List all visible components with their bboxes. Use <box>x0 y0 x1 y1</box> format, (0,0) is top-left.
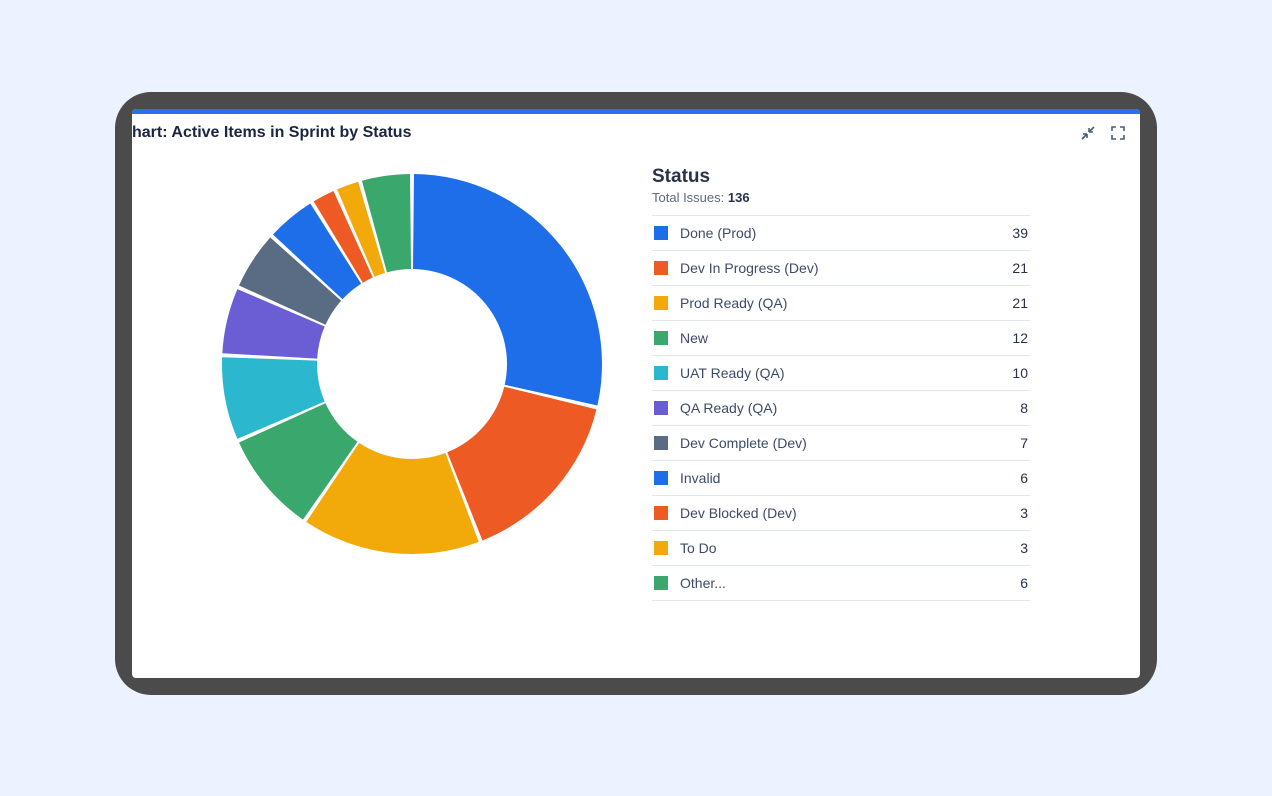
widget-title: hart: Active Items in Sprint by Status <box>132 124 411 142</box>
total-value: 136 <box>728 190 750 205</box>
legend-swatch <box>654 506 668 520</box>
legend-count: 39 <box>1012 225 1028 241</box>
legend-label: UAT Ready (QA) <box>680 365 1012 381</box>
legend-count: 21 <box>1012 295 1028 311</box>
widget-body: Status Total Issues: 136 Done (Prod)39De… <box>132 152 1140 678</box>
legend-count: 3 <box>1020 540 1028 556</box>
legend-row[interactable]: UAT Ready (QA)10 <box>652 356 1030 391</box>
legend-swatch <box>654 296 668 310</box>
header-actions <box>1080 125 1126 141</box>
legend-label: Dev Blocked (Dev) <box>680 505 1020 521</box>
legend-count: 8 <box>1020 400 1028 416</box>
legend-row[interactable]: Dev In Progress (Dev)21 <box>652 251 1030 286</box>
legend-swatch <box>654 471 668 485</box>
legend-label: Dev In Progress (Dev) <box>680 260 1012 276</box>
legend-label: Dev Complete (Dev) <box>680 435 1020 451</box>
chart-column <box>212 160 652 678</box>
legend-row[interactable]: Prod Ready (QA)21 <box>652 286 1030 321</box>
legend-count: 10 <box>1012 365 1028 381</box>
legend-row[interactable]: Other...6 <box>652 566 1030 601</box>
legend-swatch <box>654 331 668 345</box>
legend-swatch <box>654 226 668 240</box>
screen: hart: Active Items in Sprint by Status <box>132 109 1140 678</box>
collapse-icon[interactable] <box>1080 125 1096 141</box>
legend-row[interactable]: Dev Blocked (Dev)3 <box>652 496 1030 531</box>
legend-subtitle: Total Issues: 136 <box>652 190 1030 205</box>
legend-row[interactable]: Done (Prod)39 <box>652 216 1030 251</box>
legend-count: 6 <box>1020 575 1028 591</box>
donut-chart <box>212 164 612 564</box>
donut-slice[interactable] <box>447 387 596 541</box>
legend-row[interactable]: New12 <box>652 321 1030 356</box>
title-main: Active Items in Sprint by Status <box>171 124 411 141</box>
legend-label: QA Ready (QA) <box>680 400 1020 416</box>
legend-label: To Do <box>680 540 1020 556</box>
legend-count: 7 <box>1020 435 1028 451</box>
legend-count: 6 <box>1020 470 1028 486</box>
legend-row[interactable]: QA Ready (QA)8 <box>652 391 1030 426</box>
legend-swatch <box>654 436 668 450</box>
legend-label: Done (Prod) <box>680 225 1012 241</box>
total-label: Total Issues: <box>652 190 728 205</box>
legend-swatch <box>654 576 668 590</box>
legend-column: Status Total Issues: 136 Done (Prod)39De… <box>652 160 1140 678</box>
legend-count: 21 <box>1012 260 1028 276</box>
legend-label: Other... <box>680 575 1020 591</box>
legend-swatch <box>654 261 668 275</box>
widget-header: hart: Active Items in Sprint by Status <box>132 114 1140 152</box>
title-prefix: hart: <box>132 124 171 141</box>
legend-title: Status <box>652 166 1030 188</box>
legend-swatch <box>654 366 668 380</box>
legend-label: Prod Ready (QA) <box>680 295 1012 311</box>
legend-label: New <box>680 330 1012 346</box>
legend-label: Invalid <box>680 470 1020 486</box>
legend-count: 12 <box>1012 330 1028 346</box>
legend-swatch <box>654 401 668 415</box>
legend-row[interactable]: To Do3 <box>652 531 1030 566</box>
fullscreen-icon[interactable] <box>1110 125 1126 141</box>
legend-list: Done (Prod)39Dev In Progress (Dev)21Prod… <box>652 215 1030 601</box>
device-frame: hart: Active Items in Sprint by Status <box>115 92 1157 695</box>
legend-row[interactable]: Dev Complete (Dev)7 <box>652 426 1030 461</box>
legend-swatch <box>654 541 668 555</box>
legend-count: 3 <box>1020 505 1028 521</box>
donut-slice[interactable] <box>413 174 602 406</box>
legend-row[interactable]: Invalid6 <box>652 461 1030 496</box>
